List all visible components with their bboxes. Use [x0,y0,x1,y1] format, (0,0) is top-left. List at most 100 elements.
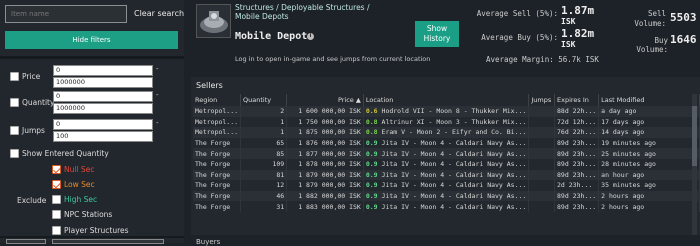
buy-volume-label: Buy Volume: [636,36,668,54]
cell-jumps [528,148,556,159]
cell-modified: 28 minutes ago [598,158,700,170]
cell-quantity: 12 [240,180,288,191]
cell-jumps [528,158,556,170]
cell-expires: 89d 23h... [554,169,600,181]
cell-jumps [528,190,556,202]
location-name[interactable]: Altrinur XI - Moon 3 - Thukker Mix... [382,118,527,126]
cell-price: 1 878 000,00 ISK [286,158,364,170]
table-row[interactable]: The Forge 12 1 879 000,00 ISK 0.9 Jita IV -… [193,180,700,191]
location-name[interactable]: Jita IV - Moon 4 - Caldari Navy As... [382,171,527,179]
location-name[interactable]: Jita IV - Moon 4 - Caldari Navy As... [382,150,527,158]
table-row[interactable]: The Forge 85 1 877 000,00 ISK 0.9 Jita IV -… [193,148,700,159]
jumps-max-input[interactable]: 100 [53,131,153,142]
cell-quantity: 2 [240,106,288,117]
search-input[interactable]: Item name [5,5,127,23]
quantity-max-input[interactable]: 1000000 [53,103,153,114]
exclude-high-sec-checkbox[interactable] [52,195,61,204]
col-price[interactable]: Price ▲ [286,94,364,106]
location-name[interactable]: Jita IV - Moon 4 - Caldari Navy As... [382,139,527,147]
table-row[interactable]: The Forge 46 1 882 000,00 ISK 0.9 Jita IV -… [193,190,700,202]
security-status: 0.9 [365,192,378,201]
sellers-table: Region Quantity Price ▲ Location Jumps E… [193,94,700,212]
region-select[interactable] [6,239,46,244]
col-quantity[interactable]: Quantity [240,94,288,106]
price-filter-label: Price [22,72,41,81]
table-scrollbar-thumb[interactable] [692,106,697,166]
location-name[interactable]: Jita IV - Moon 4 - Caldari Navy As... [382,181,527,189]
exclude-player-structures-checkbox[interactable] [52,226,61,235]
avg-sell-label: Average Sell (5%): [476,9,558,18]
cell-expires: 2d 23h... [554,180,600,191]
cell-price: 1 600 000,00 ISK [286,106,364,117]
cell-location: 0.8 Eram V - Moon 2 - Eifyr and Co. Bi..… [363,127,530,138]
cell-expires: 88d 22h... [554,106,600,117]
col-last-modified[interactable]: Last Modified [598,94,700,106]
clear-search-button[interactable]: Clear search [134,9,184,18]
table-row[interactable]: The Forge 31 1 883 000,00 ISK 0.9 Jita IV -… [193,201,700,212]
cell-quantity: 85 [240,148,288,159]
col-expires[interactable]: Expires In [554,94,600,106]
table-row[interactable]: Metropol... 2 1 600 000,00 ISK 0.6 Hodrold … [193,106,700,117]
exclude-null-sec-checkbox[interactable] [52,165,61,174]
cell-modified: 19 minutes ago [598,137,700,149]
jumps-min-input[interactable]: 0 [53,119,153,130]
info-icon[interactable]: i [307,33,314,40]
range-dash: - [156,119,159,127]
cell-modified: an hour ago [598,169,700,181]
jumps-filter-checkbox[interactable] [10,126,19,135]
quantity-filter-checkbox[interactable] [10,98,19,107]
cell-location: 0.9 Jita IV - Moon 4 - Caldari Navy As..… [363,148,530,159]
table-row[interactable]: The Forge 109 1 878 000,00 ISK 0.9 Jita IV … [193,158,700,170]
security-status: 0.8 [365,117,378,126]
cell-region: Metropol... [193,116,242,128]
col-jumps[interactable]: Jumps [528,94,556,106]
cell-price: 1 876 000,00 ISK [286,137,364,149]
location-name[interactable]: Eram V - Moon 2 - Eifyr and Co. Bi... [382,128,527,136]
show-entered-quantity-checkbox[interactable] [10,149,19,158]
cell-location: 0.6 Hodrold VII - Moon 8 - Thukker Mix..… [363,106,530,117]
security-status: 0.6 [365,107,378,116]
cell-quantity: 1 [240,127,288,138]
system-select[interactable] [52,239,164,244]
buy-volume-value: 1646 [670,33,697,46]
cell-quantity: 1 [240,116,288,128]
avg-buy-label: Average Buy (5%): [481,33,558,42]
breadcrumb[interactable]: Structures / Deployable Structures / Mob… [235,3,385,21]
location-name[interactable]: Jita IV - Moon 4 - Caldari Navy As... [382,160,527,168]
avg-buy-value: 1.82m ISK [561,27,595,49]
exclude-low-sec-checkbox[interactable] [52,180,61,189]
mobile-depot-image [197,5,230,37]
table-row[interactable]: Metropol... 1 1 750 000,00 ISK 0.8 Altrinur… [193,116,700,128]
sell-volume-value: 5503 [670,11,697,24]
exclude-player-structures-label: Player Structures [64,226,129,235]
location-name[interactable]: Jita IV - Moon 4 - Caldari Navy As... [382,203,527,211]
quantity-min-input[interactable]: 0 [53,91,153,102]
avg-margin: Average Margin: 56.7k ISK [486,55,599,64]
table-row[interactable]: The Forge 81 1 879 000,00 ISK 0.9 Jita IV -… [193,169,700,181]
table-row[interactable]: The Forge 65 1 876 000,00 ISK 0.9 Jita IV -… [193,137,700,149]
cell-region: Metropol... [193,106,242,117]
cell-quantity: 65 [240,137,288,149]
cell-expires: 89d 23h... [554,158,600,170]
cell-expires: 89d 23h... [554,148,600,159]
location-name[interactable]: Jita IV - Moon 4 - Caldari Navy As... [382,192,527,200]
show-history-button[interactable]: Show History [415,21,459,47]
cell-price: 1 882 000,00 ISK [286,190,364,202]
cell-jumps [528,127,556,138]
cell-location: 0.8 Altrinur XI - Moon 3 - Thukker Mix..… [363,116,530,128]
col-location[interactable]: Location [363,94,530,106]
cell-jumps [528,137,556,149]
cell-expires: 89d 23h... [554,137,600,149]
sidebar-divider [0,56,184,59]
hide-filters-button[interactable]: Hide filters [5,31,178,49]
cell-modified: 2 hours ago [598,201,700,212]
price-min-input[interactable]: 0 [53,65,153,76]
location-name[interactable]: Hodrold VII - Moon 8 - Thukker Mix... [382,107,527,115]
range-dash: - [156,91,159,99]
exclude-npc-stations-checkbox[interactable] [52,210,61,219]
col-region[interactable]: Region [193,94,242,106]
security-status: 0.9 [365,149,378,158]
price-max-input[interactable]: 1000000 [53,77,153,88]
table-row[interactable]: Metropol... 1 1 875 000,00 ISK 0.8 Eram V -… [193,127,700,138]
price-filter-checkbox[interactable] [10,72,19,81]
